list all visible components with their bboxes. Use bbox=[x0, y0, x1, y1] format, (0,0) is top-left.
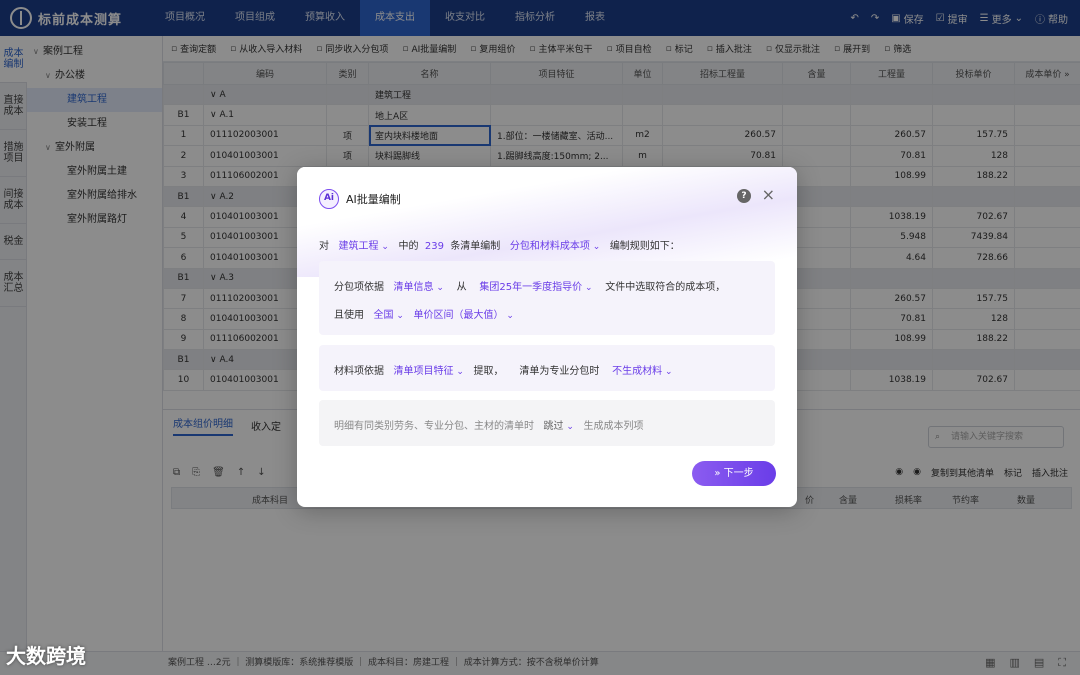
subcontract-rule-box: 分包项依据 清单信息 从 集团25年一季度指导价 文件中选取符合的成本项， 且使… bbox=[319, 261, 775, 335]
detail-rule-box: 明细有同类别劳务、专业分包、主材的清单时 跳过 生成成本列项 bbox=[319, 400, 775, 446]
next-step-button[interactable]: » 下一步 bbox=[692, 461, 776, 486]
modal-title: AI批量编制 bbox=[346, 193, 401, 206]
subcontract-source-select[interactable]: 清单信息 bbox=[394, 282, 444, 293]
item-count: 239 bbox=[424, 241, 444, 252]
ai-icon: Ai bbox=[319, 189, 339, 209]
help-icon[interactable]: ? bbox=[737, 189, 751, 203]
target-select[interactable]: 分包和材料成本项 bbox=[510, 241, 600, 252]
ai-batch-modal: Ai AI批量编制 ? × 对 建筑工程 中的 239 条清单编制 分包和材料成… bbox=[297, 167, 797, 507]
material-source-select[interactable]: 清单项目特征 bbox=[394, 366, 464, 377]
close-icon[interactable]: × bbox=[762, 186, 775, 204]
watermark: 大数跨境 bbox=[6, 644, 86, 668]
rule-summary: 对 建筑工程 中的 239 条清单编制 分包和材料成本项 编制规则如下： bbox=[319, 237, 680, 252]
scope-select[interactable]: 建筑工程 bbox=[339, 241, 389, 252]
price-file-select[interactable]: 集团25年一季度指导价 bbox=[479, 282, 592, 293]
region-select[interactable]: 全国 bbox=[374, 310, 404, 321]
material-rule-box: 材料项依据 清单项目特征 提取， 清单为专业分包时 不生成材料 bbox=[319, 345, 775, 391]
detail-action-select[interactable]: 跳过 bbox=[544, 421, 574, 432]
modal-header: Ai AI批量编制 bbox=[319, 189, 401, 209]
price-range-select[interactable]: 单价区间（最大值） bbox=[414, 310, 514, 321]
material-action-select[interactable]: 不生成材料 bbox=[612, 366, 672, 377]
